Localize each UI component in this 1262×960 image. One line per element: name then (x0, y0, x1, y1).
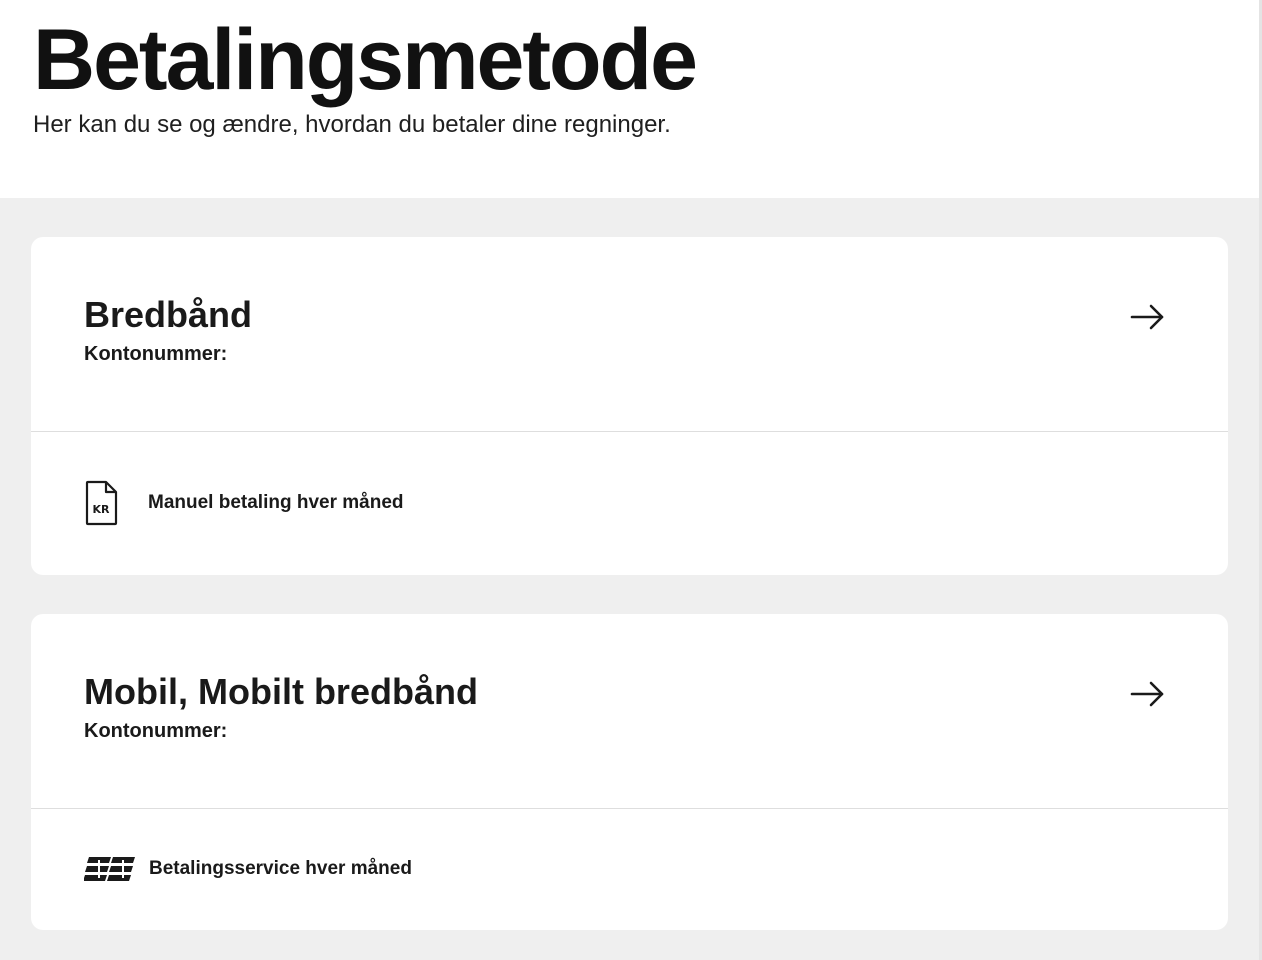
payment-methods-section: Bredbånd Kontonummer: KR Manuel betaling… (0, 198, 1262, 960)
page-title: Betalingsmetode (33, 12, 698, 108)
arrow-right-icon[interactable] (1130, 680, 1166, 708)
payment-method-label: Betalingsservice hver måned (149, 858, 412, 879)
payment-card-link[interactable]: Bredbånd Kontonummer: (31, 237, 1228, 432)
arrow-right-icon[interactable] (1130, 303, 1166, 331)
account-number: Kontonummer: (84, 720, 1228, 743)
payment-card-link[interactable]: Mobil, Mobilt bredbånd Kontonummer: (31, 614, 1228, 809)
betalingsservice-icon (84, 857, 135, 881)
payment-card-mobile: Mobil, Mobilt bredbånd Kontonummer: Beta… (31, 614, 1228, 930)
account-number-label: Kontonummer: (84, 343, 228, 365)
svg-text:KR: KR (93, 503, 111, 516)
card-title: Bredbånd (84, 294, 253, 335)
payment-card-broadband: Bredbånd Kontonummer: KR Manuel betaling… (31, 237, 1228, 575)
payment-method-label: Manuel betaling hver måned (148, 492, 404, 513)
account-number-label: Kontonummer: (84, 720, 228, 742)
account-number: Kontonummer: (84, 343, 1228, 366)
page-subtitle: Her kan du se og ændre, hvordan du betal… (33, 111, 671, 138)
card-title: Mobil, Mobilt bredbånd (84, 671, 478, 712)
payment-method-row: Betalingsservice hver måned (31, 809, 1228, 929)
page-header: Betalingsmetode Her kan du se og ændre, … (0, 0, 1262, 198)
kr-invoice-icon: KR (85, 480, 118, 526)
payment-method-row: KR Manuel betaling hver måned (31, 432, 1228, 574)
